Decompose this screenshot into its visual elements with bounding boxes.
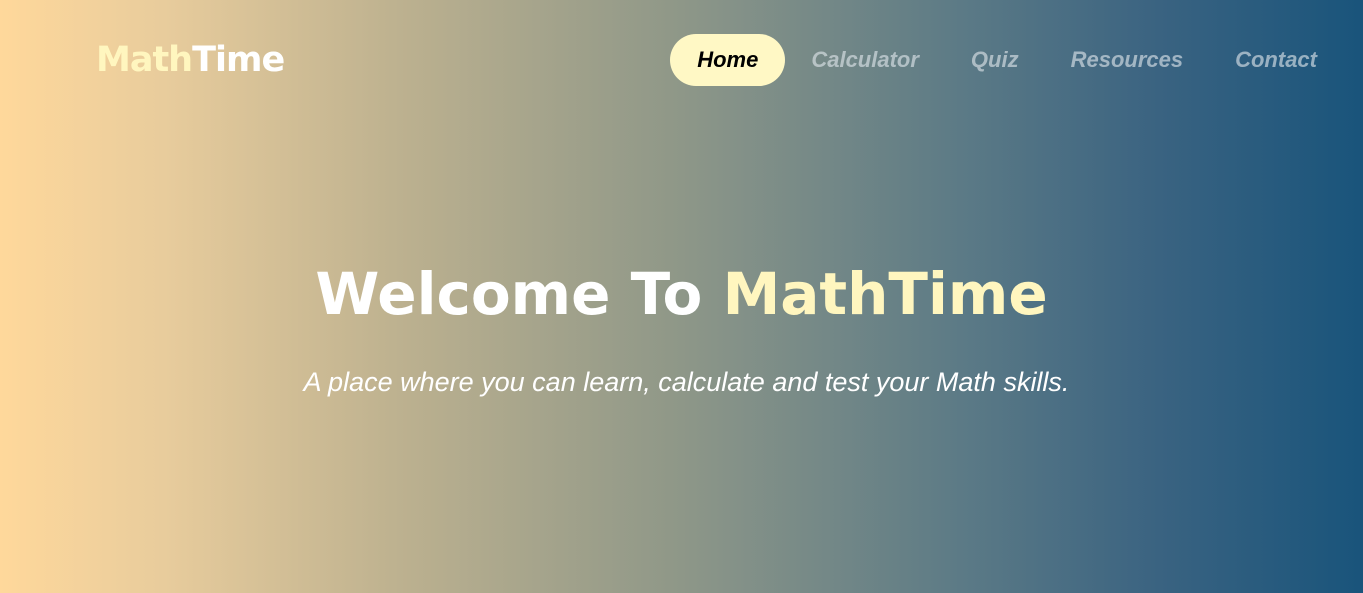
main-nav: Home Calculator Quiz Resources Contact bbox=[670, 34, 1343, 86]
nav-item-contact[interactable]: Contact bbox=[1209, 34, 1343, 86]
hero-title: Welcome To MathTime bbox=[0, 258, 1363, 330]
brand-logo[interactable]: MathTime bbox=[96, 38, 285, 82]
nav-item-resources[interactable]: Resources bbox=[1045, 34, 1210, 86]
brand-logo-part-time: Time bbox=[192, 40, 285, 80]
nav-item-calculator[interactable]: Calculator bbox=[785, 34, 945, 86]
brand-logo-part-math: Math bbox=[96, 40, 193, 80]
hero-title-prefix: Welcome To bbox=[315, 260, 703, 328]
hero-section: MathTime Home Calculator Quiz Resources … bbox=[0, 0, 1363, 593]
nav-item-quiz[interactable]: Quiz bbox=[945, 34, 1045, 86]
nav-item-home[interactable]: Home bbox=[670, 34, 786, 86]
hero-title-highlight: MathTime bbox=[722, 260, 1048, 328]
hero-subtitle: A place where you can learn, calculate a… bbox=[303, 367, 1070, 397]
